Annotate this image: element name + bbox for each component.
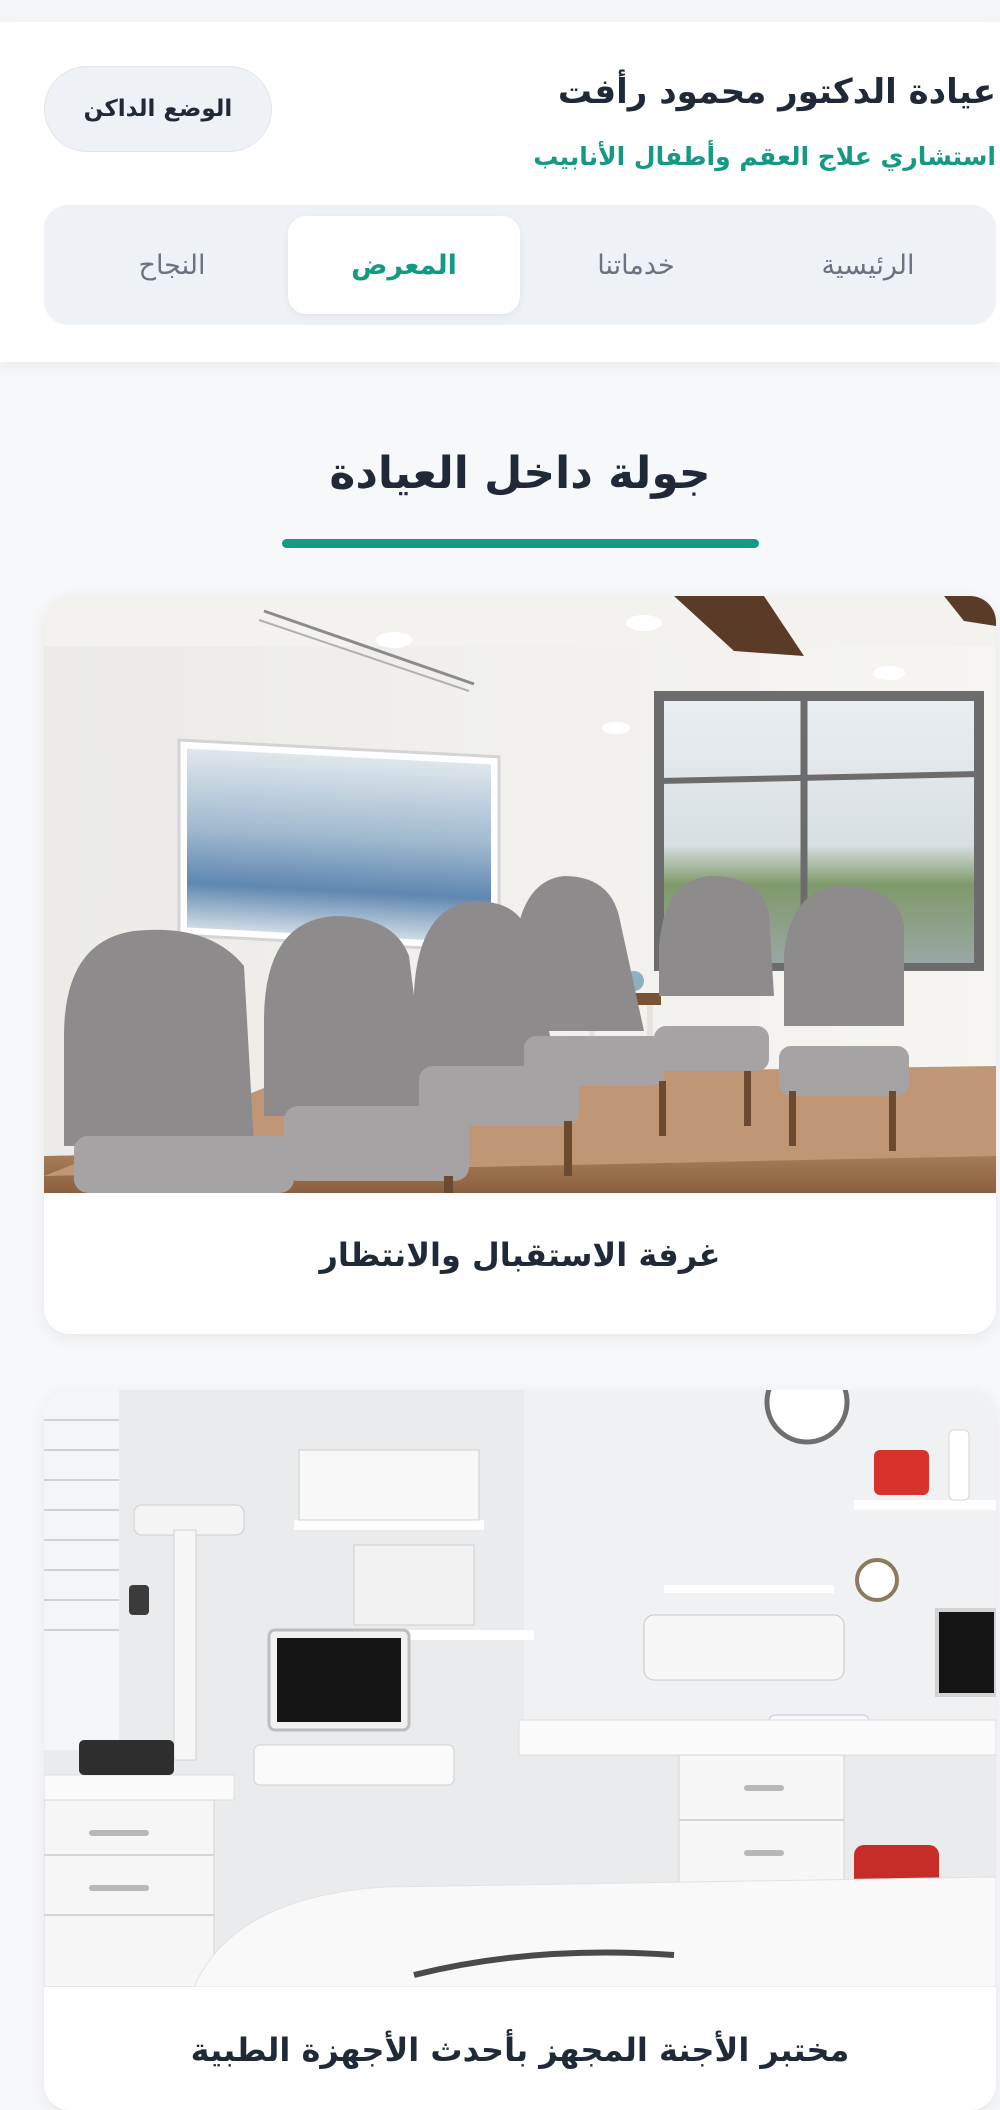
tab-success[interactable]: النجاح <box>56 216 288 314</box>
clinic-name: عيادة الدكتور محمود رأفت <box>557 72 996 112</box>
tab-home[interactable]: الرئيسية <box>752 216 984 314</box>
gallery-caption: مختبر الأجنة المجهز بأحدث الأجهزة الطبية <box>190 2031 850 2069</box>
dark-mode-button[interactable]: الوضع الداكن <box>44 66 272 152</box>
gallery-card-waiting-room[interactable]: غرفة الاستقبال والانتظار <box>44 596 996 1334</box>
embryo-lab-photo <box>44 1390 996 1987</box>
site-header: عيادة الدكتور محمود رأفت استشاري علاج ال… <box>0 22 1000 362</box>
title-underline <box>282 539 759 548</box>
gallery-title: جولة داخل العيادة <box>329 448 711 499</box>
tab-gallery[interactable]: المعرض <box>288 216 520 314</box>
status-strip <box>0 0 1000 22</box>
clinic-subtitle: استشاري علاج العقم وأطفال الأنابيب <box>533 142 996 171</box>
tab-services[interactable]: خدماتنا <box>520 216 752 314</box>
gallery-card-embryo-lab[interactable]: مختبر الأجنة المجهز بأحدث الأجهزة الطبية <box>44 1390 996 2110</box>
gallery-caption: غرفة الاستقبال والانتظار <box>319 1236 721 1274</box>
waiting-room-photo <box>44 596 996 1193</box>
main-nav-tabs: الرئيسية خدماتنا المعرض النجاح <box>44 205 996 325</box>
